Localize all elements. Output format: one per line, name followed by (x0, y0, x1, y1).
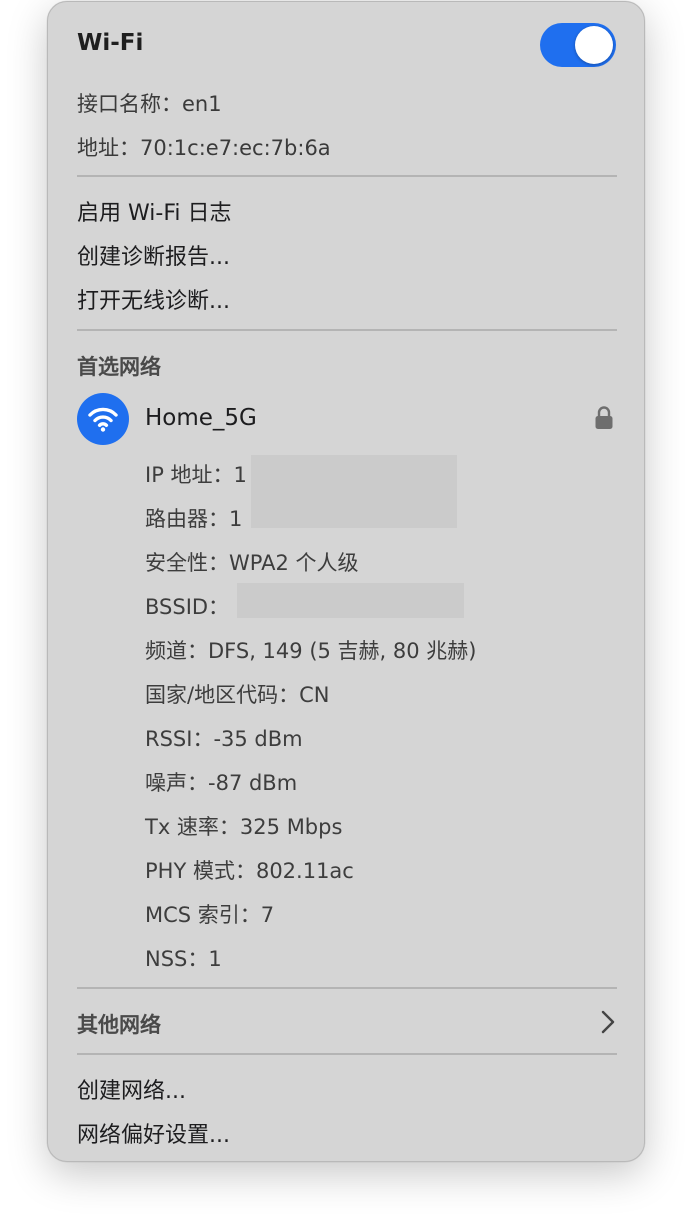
bssid-label: BSSID： (145, 595, 230, 619)
wifi-toggle[interactable] (540, 23, 616, 67)
router-row: 路由器：1 (145, 503, 242, 533)
separator (77, 175, 617, 177)
network-name[interactable]: Home_5G (145, 405, 257, 431)
interface-label: 接口名称： (77, 92, 182, 116)
toggle-knob (575, 26, 613, 64)
country-code-row: 国家/地区代码：CN (145, 683, 330, 707)
create-diagnostics-report-item[interactable]: 创建诊断报告... (77, 239, 230, 271)
open-wireless-diagnostics-item[interactable]: 打开无线诊断... (77, 283, 230, 315)
separator (77, 329, 617, 331)
wifi-icon (77, 393, 129, 445)
preferred-networks-heading: 首选网络 (77, 355, 161, 379)
tx-rate-row: Tx 速率：325 Mbps (145, 815, 343, 839)
address-row: 地址：70:1c:e7:ec:7b:6a (77, 132, 331, 162)
address-label: 地址： (77, 136, 140, 160)
rssi-row: RSSI：-35 dBm (145, 727, 303, 751)
interface-row: 接口名称：en1 (77, 88, 222, 118)
separator (77, 1053, 617, 1055)
chevron-right-icon[interactable] (601, 1010, 615, 1038)
noise-row: 噪声：-87 dBm (145, 771, 298, 795)
lock-icon (594, 405, 614, 435)
router-value: 1 (229, 507, 243, 531)
enable-wifi-log-item[interactable]: 启用 Wi-Fi 日志 (77, 195, 231, 227)
create-network-item[interactable]: 创建网络... (77, 1073, 186, 1105)
wifi-menu: Wi-Fi 接口名称：en1 地址：70:1c:e7:ec:7b:6a 启用 W… (47, 1, 645, 1162)
other-networks-item[interactable]: 其他网络 (77, 1009, 161, 1039)
separator (77, 987, 617, 989)
interface-value: en1 (182, 92, 222, 116)
ip-label: IP 地址： (145, 463, 234, 487)
bssid-row: BSSID： (145, 591, 229, 621)
nss-row: NSS：1 (145, 947, 222, 971)
redaction-overlay (237, 583, 464, 618)
phy-mode-row: PHY 模式：802.11ac (145, 859, 354, 883)
network-preferences-item[interactable]: 网络偏好设置... (77, 1117, 230, 1149)
channel-row: 频道：DFS, 149 (5 吉赫, 80 兆赫) (145, 639, 477, 663)
ip-address-row: IP 地址：1 (145, 459, 247, 489)
menu-title: Wi-Fi (77, 30, 144, 56)
router-label: 路由器： (145, 507, 229, 531)
security-row: 安全性：WPA2 个人级 (145, 551, 359, 575)
redaction-overlay (251, 455, 457, 528)
mcs-index-row: MCS 索引：7 (145, 903, 275, 927)
address-value: 70:1c:e7:ec:7b:6a (140, 136, 331, 160)
ip-value: 1 (233, 463, 247, 487)
